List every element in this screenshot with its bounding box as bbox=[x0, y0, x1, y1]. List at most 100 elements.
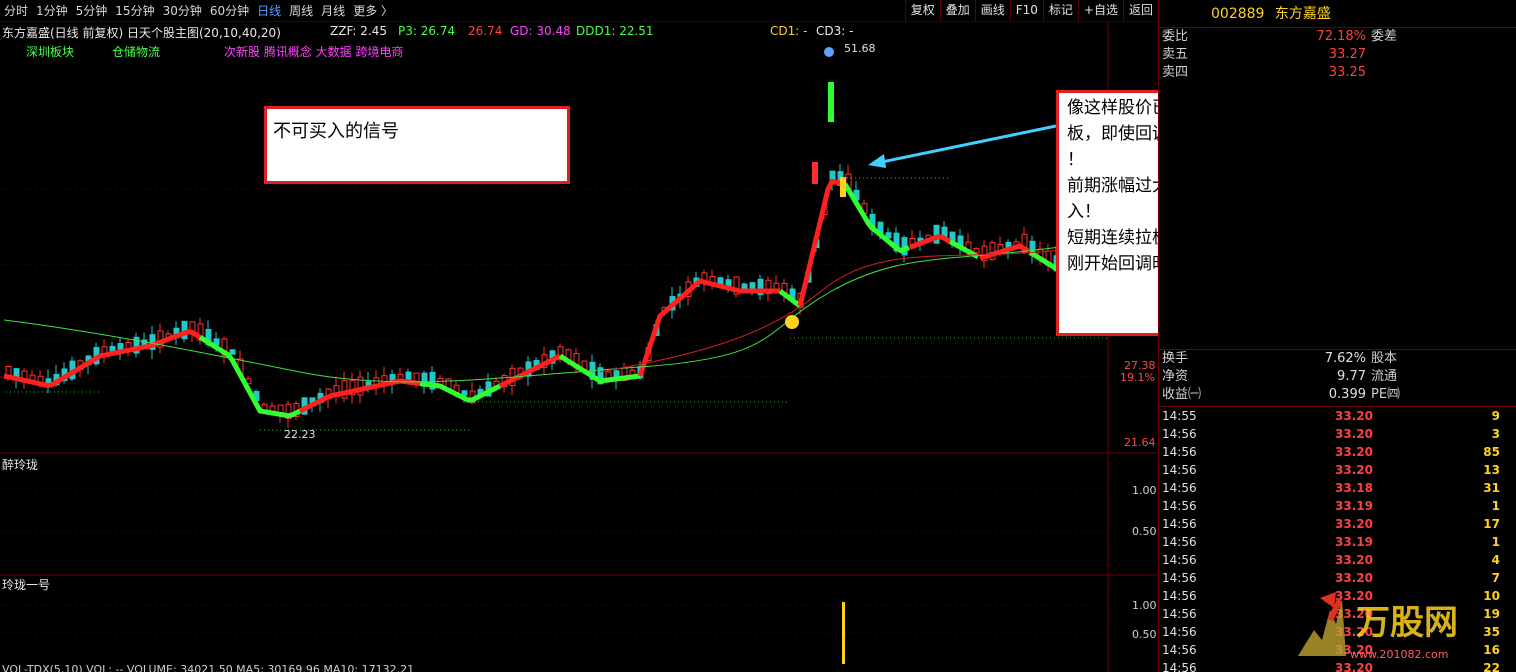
toolbar-button-5[interactable]: +自选 bbox=[1077, 0, 1123, 22]
indicator-4: DDD1: 22.51 bbox=[576, 24, 654, 38]
tick-volume: 85 bbox=[1483, 445, 1500, 459]
period-tab-6[interactable]: 日线 bbox=[253, 0, 285, 22]
tick-volume: 1 bbox=[1491, 535, 1500, 549]
indicator-1: P3: 26.74 bbox=[398, 24, 456, 38]
stock-name: 东方嘉盛 bbox=[1274, 6, 1331, 22]
tick-price: 33.20 bbox=[1335, 409, 1373, 423]
tick-price: 33.20 bbox=[1335, 571, 1373, 585]
peak-marker-icon bbox=[824, 47, 834, 57]
tick-time: 14:55 bbox=[1162, 409, 1197, 423]
sector-tag-1[interactable]: 仓储物流 bbox=[112, 43, 160, 60]
toolbar-button-0[interactable]: 复权 bbox=[904, 0, 940, 22]
ask-row-0: 卖五 33.27 bbox=[1159, 46, 1516, 64]
period-tab-9[interactable]: 更多 〉 bbox=[349, 0, 397, 22]
toolbar-button-2[interactable]: 画线 bbox=[974, 0, 1010, 22]
tick-time: 14:56 bbox=[1162, 535, 1197, 549]
tick-row: 14:56 33.20 7 bbox=[1159, 569, 1516, 587]
low-price-label: 22.23 bbox=[284, 428, 316, 441]
note-not-buyable-signal: 不可买入的信号 bbox=[264, 106, 570, 184]
moving-average-lines bbox=[3, 178, 1061, 419]
period-tab-7[interactable]: 周线 bbox=[285, 0, 317, 22]
tick-time: 14:56 bbox=[1162, 517, 1197, 531]
smiley-icon bbox=[785, 315, 799, 329]
chart-area[interactable]: 东方嘉盛(日线 前复权) 日天个股主图(20,10,40,20) ZZF: 2.… bbox=[0, 22, 1158, 672]
tick-time: 14:56 bbox=[1162, 553, 1197, 567]
period-tab-1[interactable]: 1分钟 bbox=[32, 0, 72, 22]
pane2-axis-1: 1.00 bbox=[1132, 484, 1157, 497]
kline-chart[interactable] bbox=[0, 22, 1158, 672]
period-tab-8[interactable]: 月线 bbox=[317, 0, 349, 22]
ask-row-1: 卖四 33.25 bbox=[1159, 64, 1516, 82]
tick-row: 14:56 33.19 1 bbox=[1159, 497, 1516, 515]
tick-price: 33.20 bbox=[1335, 427, 1373, 441]
tick-row: 14:56 33.19 1 bbox=[1159, 533, 1516, 551]
order-book-gap bbox=[1159, 82, 1516, 350]
tick-time: 14:56 bbox=[1162, 571, 1197, 585]
tick-time: 14:56 bbox=[1162, 643, 1197, 657]
toolbar-button-1[interactable]: 叠加 bbox=[939, 0, 975, 22]
candlesticks bbox=[5, 164, 1060, 428]
tick-row: 14:56 33.20 13 bbox=[1159, 461, 1516, 479]
candle-body bbox=[461, 390, 468, 396]
tick-volume: 17 bbox=[1483, 517, 1500, 531]
trend-band bbox=[498, 353, 562, 389]
tick-price: 33.20 bbox=[1335, 463, 1373, 477]
stat-value: 9.77 bbox=[1337, 369, 1366, 384]
tick-price: 33.20 bbox=[1335, 517, 1373, 531]
tick-time: 14:56 bbox=[1162, 445, 1197, 459]
tick-volume: 9 bbox=[1491, 409, 1500, 423]
wei-row: 委比 72.18% 委差 bbox=[1159, 28, 1516, 46]
sector-tag-0[interactable]: 深圳板块 bbox=[26, 43, 74, 60]
tick-row: 14:56 33.20 4 bbox=[1159, 551, 1516, 569]
stat-label2: 股本 bbox=[1371, 351, 1398, 366]
tick-volume: 4 bbox=[1491, 553, 1500, 567]
stat-label: 净资 bbox=[1162, 369, 1189, 384]
period-tabs: 分时 1分钟 5分钟 15分钟 30分钟 60分钟 日线 周线 月线 更多 〉 bbox=[0, 0, 397, 22]
candle-body bbox=[229, 349, 236, 355]
tick-time: 14:56 bbox=[1162, 661, 1197, 672]
indicator-6: CD3: - bbox=[816, 24, 854, 38]
stat-row-0: 换手 7.62% 股本 bbox=[1159, 350, 1516, 368]
tick-row: 14:56 33.20 85 bbox=[1159, 443, 1516, 461]
highlight-bar bbox=[840, 177, 846, 197]
period-tab-3[interactable]: 15分钟 bbox=[111, 0, 158, 22]
pane2-axis-2: 0.50 bbox=[1132, 525, 1157, 538]
ma-green bbox=[3, 246, 1061, 383]
toolbar-button-6[interactable]: 返回 bbox=[1122, 0, 1158, 22]
toolbar-button-3[interactable]: F10 bbox=[1009, 0, 1043, 22]
trend-band bbox=[198, 335, 302, 419]
sector-tag-2[interactable]: 次新股 腾讯概念 大数据 跨境电商 bbox=[224, 43, 403, 60]
trend-band bbox=[797, 178, 845, 307]
toolbar-buttons: 复权 叠加 画线 F10 标记 +自选 返回 bbox=[904, 0, 1158, 22]
candle-body bbox=[973, 248, 980, 254]
tick-row: 14:56 33.20 17 bbox=[1159, 515, 1516, 533]
tick-time: 14:56 bbox=[1162, 625, 1197, 639]
tick-price: 33.20 bbox=[1335, 445, 1373, 459]
tick-row: 14:56 33.20 3 bbox=[1159, 425, 1516, 443]
tick-time: 14:56 bbox=[1162, 481, 1197, 495]
period-tab-0[interactable]: 分时 bbox=[0, 0, 32, 22]
period-tab-4[interactable]: 30分钟 bbox=[159, 0, 206, 22]
stat-label2: PE㈣ bbox=[1371, 387, 1401, 402]
tick-price: 33.19 bbox=[1335, 535, 1373, 549]
tick-time: 14:56 bbox=[1162, 427, 1197, 441]
stat-label2: 流通 bbox=[1371, 369, 1398, 384]
period-tab-5[interactable]: 60分钟 bbox=[206, 0, 253, 22]
stat-label: 换手 bbox=[1162, 351, 1189, 366]
period-tab-2[interactable]: 5分钟 bbox=[72, 0, 112, 22]
trend-band bbox=[637, 278, 780, 377]
tick-time: 14:56 bbox=[1162, 499, 1197, 513]
tick-time: 14:56 bbox=[1162, 607, 1197, 621]
toolbar-button-4[interactable]: 标记 bbox=[1042, 0, 1078, 22]
brand-text: 万股网 bbox=[1356, 603, 1458, 643]
stat-label: 收益㈠ bbox=[1162, 387, 1202, 402]
quote-side-panel: 002889 东方嘉盛 委比 72.18% 委差 卖五 33.27 卖四 33.25 … bbox=[1158, 0, 1516, 672]
trend-band bbox=[909, 234, 952, 250]
pane3-axis-2: 0.50 bbox=[1132, 628, 1157, 641]
tick-volume: 7 bbox=[1491, 571, 1500, 585]
tick-time: 14:56 bbox=[1162, 589, 1197, 603]
highlight-bar bbox=[812, 162, 818, 184]
tick-row: 14:55 33.20 9 bbox=[1159, 407, 1516, 425]
indicator-5: CD1: - bbox=[770, 24, 808, 38]
note1-text: 不可买入的信号 bbox=[273, 121, 399, 142]
